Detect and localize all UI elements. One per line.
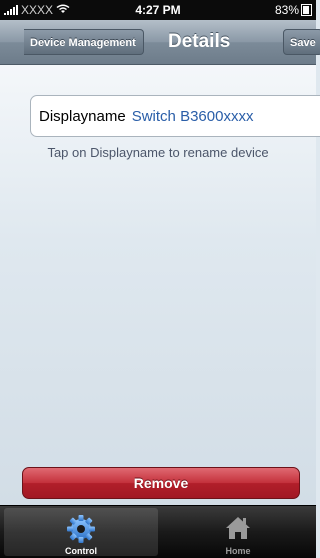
rename-hint: Tap on Displayname to rename device [47, 145, 269, 160]
navigation-bar: Device Management Details Save [0, 20, 320, 65]
details-content: Displayname Switch B3600xxxx Tap on Disp… [0, 65, 320, 505]
save-button[interactable]: Save [283, 29, 320, 55]
tab-control-label: Control [65, 546, 97, 556]
displayname-cell[interactable]: Displayname Switch B3600xxxx [30, 95, 320, 137]
gear-icon [66, 514, 96, 549]
displayname-value: Switch B3600xxxx [131, 107, 254, 125]
page-title: Details [168, 31, 231, 52]
tab-home[interactable]: Home [161, 508, 315, 556]
tab-control[interactable]: Control [4, 508, 158, 556]
battery-info: 83% [275, 3, 312, 17]
home-icon [224, 514, 252, 547]
remove-button[interactable]: Remove [22, 467, 300, 499]
tab-home-label: Home [225, 546, 251, 556]
battery-icon [301, 4, 312, 16]
displayname-label: Displayname [39, 107, 126, 125]
tab-bar: Control Home [0, 505, 316, 558]
battery-percent: 83% [274, 3, 299, 17]
status-bar: XXXX 4:27 PM 83% [0, 0, 316, 20]
status-time: 4:27 PM [135, 3, 181, 17]
back-button[interactable]: Device Management [24, 29, 144, 55]
